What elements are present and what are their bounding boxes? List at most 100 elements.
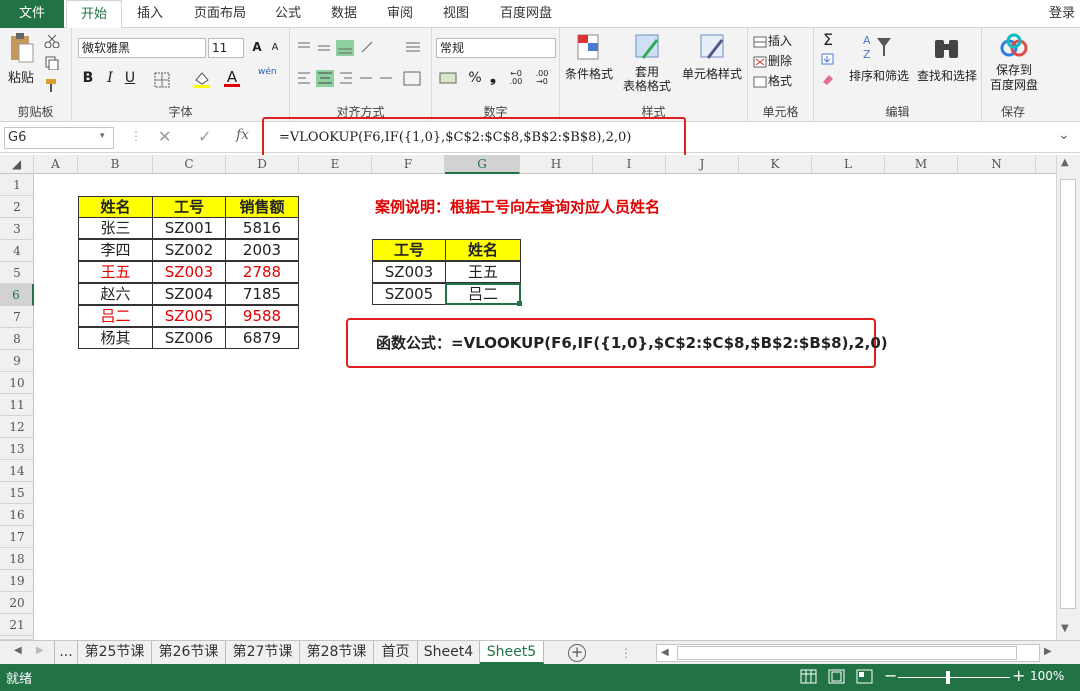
font-name-select[interactable]: 微软雅黑 [78, 38, 206, 58]
sheet-tab[interactable]: 第26节课 [152, 641, 226, 664]
table-cell[interactable]: SZ004 [152, 283, 226, 305]
column-header[interactable]: C [153, 155, 226, 174]
login-link[interactable]: 登录 [1044, 0, 1080, 28]
row-header[interactable]: 5 [0, 262, 34, 284]
more-sheets-button[interactable]: ... [54, 641, 78, 664]
zoom-level[interactable]: 100% [1030, 669, 1064, 683]
row-header[interactable]: 11 [0, 394, 34, 416]
zoom-out-button[interactable]: − [884, 666, 897, 685]
lookup-header-cell[interactable]: 姓名 [445, 239, 521, 261]
sort-filter-button[interactable]: AZ 排序和筛选 [846, 32, 912, 84]
font-color-button[interactable]: A [224, 68, 240, 87]
borders-icon[interactable] [154, 72, 172, 88]
find-select-button[interactable]: 查找和选择 [914, 32, 980, 84]
column-header[interactable]: E [299, 155, 372, 174]
row-header[interactable]: 15 [0, 482, 34, 504]
insert-function-button[interactable]: fx [236, 127, 249, 143]
row-header[interactable]: 3 [0, 218, 34, 240]
tab-file[interactable]: 文件 [0, 0, 64, 28]
lookup-cell[interactable]: SZ003 [372, 261, 446, 283]
lookup-header-cell[interactable]: 工号 [372, 239, 446, 261]
scroll-left-icon[interactable]: ◀ [661, 647, 669, 658]
page-layout-view-icon[interactable] [828, 669, 846, 685]
active-cell[interactable]: 吕二 [445, 283, 521, 305]
lookup-cell[interactable]: SZ005 [372, 283, 446, 305]
fill-color-icon[interactable] [192, 70, 212, 88]
prev-sheet-icon[interactable]: ◀ [14, 645, 22, 656]
name-box-dropdown-icon[interactable]: ▾ [100, 131, 105, 141]
top-align-icons[interactable] [296, 40, 426, 56]
comma-button[interactable]: ❟ [488, 68, 498, 86]
sheet-tab[interactable]: 第27节课 [226, 641, 300, 664]
horizontal-align-icons[interactable] [296, 70, 426, 88]
worksheet-grid[interactable]: 姓名 工号 销售额 张三 SZ001 5816 李四 SZ002 2003 王五… [34, 174, 1056, 640]
column-header[interactable]: M [885, 155, 958, 174]
increase-decimal-button[interactable]: ←0 .00 [504, 70, 528, 86]
table-cell[interactable]: 李四 [78, 239, 153, 261]
copy-icon[interactable] [44, 56, 60, 70]
confirm-icon[interactable]: ✓ [198, 127, 211, 146]
table-cell-highlight[interactable]: SZ005 [152, 305, 226, 327]
row-header[interactable]: 19 [0, 570, 34, 592]
zoom-in-button[interactable]: + [1012, 666, 1025, 685]
underline-button[interactable]: U [122, 70, 138, 86]
select-all-corner[interactable]: ◢ [0, 155, 34, 174]
insert-cells-button[interactable]: 插入 [752, 32, 812, 49]
column-header[interactable]: H [520, 155, 593, 174]
fill-handle[interactable] [517, 301, 522, 306]
percent-button[interactable]: % [468, 70, 482, 86]
cut-icon[interactable] [44, 34, 60, 48]
column-header[interactable]: B [78, 155, 153, 174]
column-header[interactable]: D [226, 155, 299, 174]
row-header[interactable]: 1 [0, 174, 34, 196]
next-sheet-icon[interactable]: ▶ [36, 645, 44, 656]
row-header[interactable]: 9 [0, 350, 34, 372]
table-cell[interactable]: 杨其 [78, 327, 153, 349]
page-break-view-icon[interactable] [856, 669, 874, 685]
zoom-slider-track[interactable] [898, 677, 1010, 678]
tab-data[interactable]: 数据 [320, 0, 368, 28]
table-cell[interactable]: 张三 [78, 217, 153, 239]
column-header[interactable]: N [958, 155, 1036, 174]
row-header[interactable]: 13 [0, 438, 34, 460]
column-header[interactable]: F [372, 155, 445, 174]
italic-button[interactable]: I [102, 70, 118, 86]
vertical-scrollbar[interactable]: ▲ ▼ [1056, 155, 1080, 640]
cancel-icon[interactable]: ✕ [158, 127, 171, 146]
column-header[interactable]: K [739, 155, 812, 174]
sheet-tab-active[interactable]: Sheet5 [480, 641, 544, 664]
horizontal-scrollbar[interactable]: ◀ [656, 644, 1040, 662]
shrink-font-button[interactable]: A [268, 42, 282, 53]
row-header[interactable]: 8 [0, 328, 34, 350]
tab-baidu-netdisk[interactable]: 百度网盘 [490, 0, 562, 28]
paste-button[interactable]: 粘贴 [4, 32, 38, 90]
bold-button[interactable]: B [80, 70, 96, 86]
scroll-down-icon[interactable]: ▼ [1061, 623, 1069, 634]
row-header-selected[interactable]: 6 [0, 284, 34, 306]
tab-page-layout[interactable]: 页面布局 [184, 0, 256, 28]
table-header-cell[interactable]: 销售额 [225, 196, 299, 218]
lookup-result-cell[interactable]: 王五 [445, 261, 521, 283]
expand-formula-icon[interactable]: ⌄ [1058, 127, 1070, 143]
sheet-tab[interactable]: Sheet4 [418, 641, 480, 664]
tab-insert[interactable]: 插入 [126, 0, 174, 28]
scroll-up-icon[interactable]: ▲ [1061, 157, 1069, 168]
conditional-format-button[interactable]: 条件格式 [562, 32, 616, 82]
number-format-select[interactable]: 常规 [436, 38, 556, 58]
format-cells-button[interactable]: 格式 [752, 72, 812, 89]
normal-view-icon[interactable] [800, 669, 818, 685]
sheet-tab[interactable]: 第25节课 [78, 641, 152, 664]
scroll-right-icon[interactable]: ▶ [1044, 646, 1052, 657]
grow-font-button[interactable]: A [250, 40, 264, 54]
font-size-select[interactable]: 11 [208, 38, 244, 58]
tab-review[interactable]: 审阅 [376, 0, 424, 28]
row-header[interactable]: 4 [0, 240, 34, 262]
column-header[interactable]: L [812, 155, 885, 174]
table-cell[interactable]: 赵六 [78, 283, 153, 305]
row-header[interactable]: 12 [0, 416, 34, 438]
table-cell[interactable]: 7185 [225, 283, 299, 305]
table-cell-highlight[interactable]: 吕二 [78, 305, 153, 327]
name-box[interactable]: G6 [4, 127, 114, 149]
zoom-slider-thumb[interactable] [946, 671, 950, 684]
table-header-cell[interactable]: 姓名 [78, 196, 153, 218]
